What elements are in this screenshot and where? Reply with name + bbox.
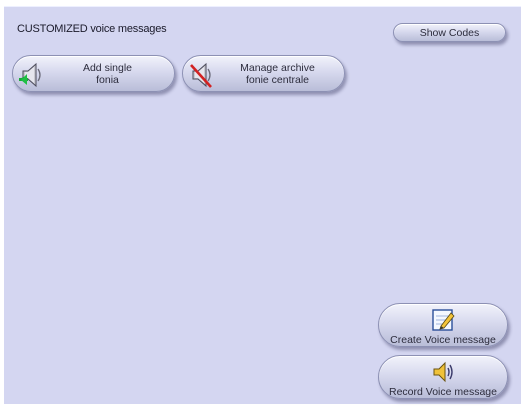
speaker-sound-icon: [429, 359, 457, 385]
manage-archive-label: Manage archive fonie centrale: [240, 62, 315, 86]
speaker-mute-icon: [187, 60, 217, 90]
create-voice-message-label: Create Voice message: [390, 334, 496, 346]
add-single-fonia-button[interactable]: Add single fonia: [12, 55, 175, 92]
record-voice-message-button[interactable]: Record Voice message: [378, 355, 508, 399]
show-codes-label: Show Codes: [419, 27, 480, 39]
speaker-plus-icon: [17, 60, 47, 90]
manage-archive-button[interactable]: Manage archive fonie centrale: [182, 55, 345, 92]
show-codes-button[interactable]: Show Codes: [393, 23, 506, 42]
notepad-pencil-icon: [429, 307, 457, 333]
record-voice-message-label: Record Voice message: [389, 386, 497, 398]
page-title: CUSTOMIZED voice messages: [17, 23, 167, 35]
create-voice-message-button[interactable]: Create Voice message: [378, 303, 508, 347]
add-single-fonia-label: Add single fonia: [82, 62, 133, 86]
